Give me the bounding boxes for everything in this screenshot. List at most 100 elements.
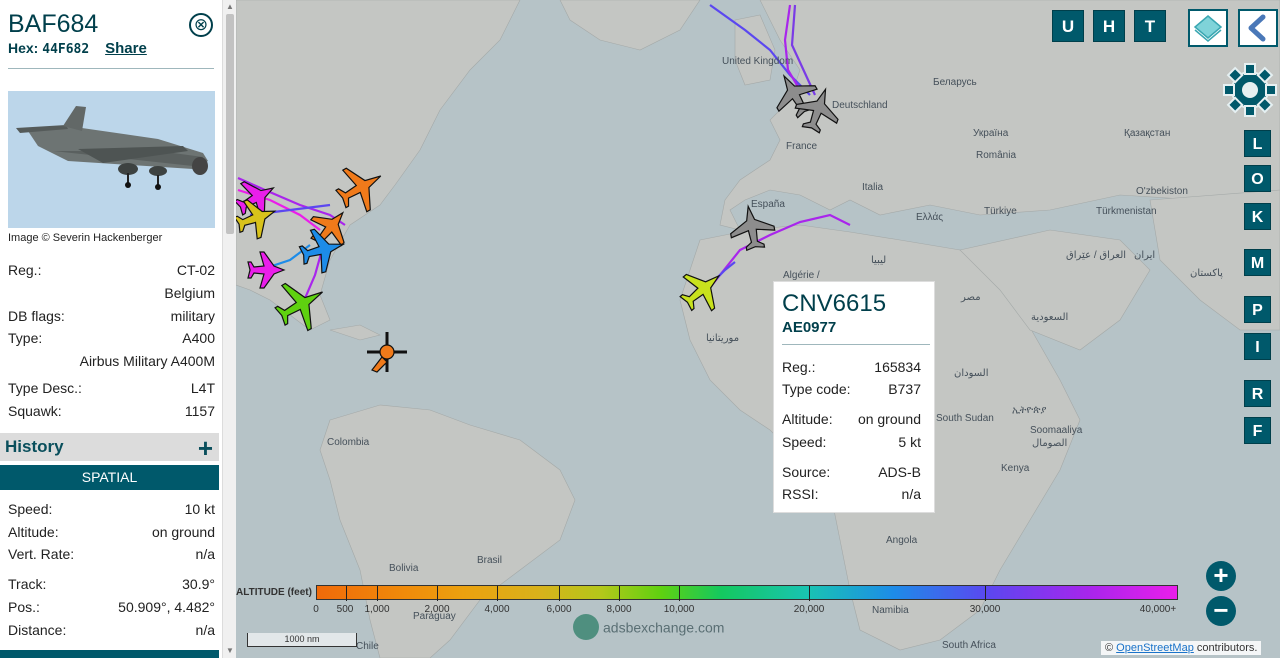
- toggle-button-k[interactable]: K: [1244, 203, 1271, 230]
- spatial-row-vert-rate: Vert. Rate: n/a: [8, 546, 215, 564]
- tooltip-row-speed: Speed: 5 kt: [782, 434, 921, 452]
- map-label: السعودية: [1031, 312, 1069, 323]
- airplane-photo-image: [8, 91, 215, 228]
- toggle-button-m[interactable]: M: [1244, 249, 1271, 276]
- detail-row-type-desc: Type Desc.: L4T: [8, 380, 215, 398]
- map-label: الصومال: [1032, 438, 1068, 449]
- map-label: Bolivia: [389, 563, 419, 574]
- spatial-key: Distance:: [8, 622, 67, 638]
- sidebar-scrollbar[interactable]: ▲ ▼: [222, 0, 236, 658]
- toggle-button-i[interactable]: I: [1244, 333, 1271, 360]
- map-label: South Africa: [942, 640, 996, 651]
- zoom-in-button[interactable]: +: [1206, 561, 1236, 591]
- scroll-down-icon[interactable]: ▼: [226, 646, 234, 655]
- map-label: Ελλάς: [916, 212, 944, 223]
- map-label: United Kingdom: [722, 56, 794, 67]
- tooltip-key: Reg.:: [782, 359, 816, 375]
- legend-tick-label: 2,000: [424, 604, 450, 615]
- scrollbar-thumb[interactable]: [226, 14, 234, 234]
- detail-row-type-name: Airbus Military A400M: [8, 353, 215, 371]
- tooltip-row-rssi: RSSI: n/a: [782, 486, 921, 504]
- map-label: Türkiye: [984, 206, 1017, 217]
- tooltip-row-altitude: Altitude: on ground: [782, 411, 921, 429]
- tooltip-hex: AE0977: [782, 319, 837, 336]
- map-label: العراق / عێراق: [1066, 250, 1127, 261]
- tooltip-value: 5 kt: [898, 434, 921, 450]
- scroll-up-icon[interactable]: ▲: [226, 2, 234, 11]
- aircraft-tooltip: CNV6615 AE0977 Reg.: 165834 Type code: B…: [773, 281, 935, 513]
- spatial-key: Speed:: [8, 501, 53, 517]
- map-label: موريتانيا: [706, 333, 740, 344]
- map-label: España: [751, 199, 785, 210]
- tooltip-key: RSSI:: [782, 486, 819, 502]
- layers-icon: [1193, 15, 1223, 42]
- legend-tick: [679, 586, 680, 601]
- expand-history-plus-icon[interactable]: +: [198, 433, 213, 464]
- map-label: ليبيا: [871, 255, 887, 266]
- history-section-header[interactable]: History +: [0, 433, 219, 464]
- map-label: ኢትዮጵያ: [1012, 405, 1047, 416]
- detail-key: Reg.:: [8, 262, 42, 278]
- tooltip-row-reg: Reg.: 165834: [782, 359, 921, 377]
- legend-tick-label: 0: [313, 604, 319, 615]
- detail-key: Squawk:: [8, 403, 62, 419]
- map-label: Soomaaliya: [1030, 425, 1083, 436]
- map-scale-bar: 1000 nm: [247, 633, 357, 647]
- toggle-button-r[interactable]: R: [1244, 380, 1271, 407]
- legend-tick-label: 10,000: [663, 604, 695, 615]
- settings-gear-icon[interactable]: [1222, 62, 1278, 118]
- spatial-key: Track:: [8, 576, 47, 592]
- map-label: Colombia: [327, 437, 370, 448]
- share-link[interactable]: Share: [105, 40, 147, 57]
- collapse-panel-button[interactable]: [1238, 9, 1278, 47]
- toggle-button-l[interactable]: L: [1244, 130, 1271, 157]
- legend-tick: [619, 586, 620, 601]
- spatial-value: 10 kt: [184, 501, 215, 517]
- map-label: Қазақстан: [1124, 128, 1171, 139]
- aircraft-photo[interactable]: [8, 91, 215, 228]
- map-label: Kenya: [1001, 463, 1030, 474]
- spatial-value: 30.9°: [182, 576, 215, 592]
- zoom-out-button[interactable]: −: [1206, 596, 1236, 626]
- detail-value: L4T: [190, 380, 215, 396]
- altitude-color-scale: [316, 585, 1178, 601]
- tooltip-value: B737: [888, 381, 921, 397]
- spatial-key: Pos.:: [8, 599, 40, 615]
- spatial-row-position: Pos.: 50.909°, 4.482°: [8, 599, 215, 617]
- map-view[interactable]: United Kingdom Deutschland France Белару…: [236, 0, 1280, 658]
- map-label: Algérie /: [783, 270, 820, 281]
- spatial-row-track: Track: 30.9°: [8, 576, 215, 594]
- photo-credit: Image © Severin Hackenberger: [8, 232, 163, 244]
- toggle-button-u[interactable]: U: [1052, 10, 1084, 42]
- legend-tick-label: 30,000: [969, 604, 1001, 615]
- map-label: South Sudan: [936, 413, 994, 424]
- tooltip-row-type: Type code: B737: [782, 381, 921, 399]
- detail-row-reg: Reg.: CT-02: [8, 262, 215, 280]
- detail-value: Airbus Military A400M: [79, 353, 215, 369]
- aircraft-callsign: BAF684: [8, 10, 99, 38]
- adsbexchange-logo-icon: [573, 614, 599, 640]
- toggle-button-h[interactable]: H: [1093, 10, 1125, 42]
- hex-value: 44F682: [42, 42, 90, 57]
- close-panel-button[interactable]: ⊗: [189, 13, 213, 37]
- attribution-prefix: ©: [1105, 642, 1114, 654]
- legend-tick: [497, 586, 498, 601]
- map-canvas[interactable]: [236, 0, 1280, 658]
- spatial-value: n/a: [195, 622, 215, 638]
- altitude-legend-title: ALTITUDE (feet): [236, 587, 312, 598]
- legend-tick: [559, 586, 560, 601]
- next-section-header[interactable]: [0, 650, 219, 658]
- spatial-section-header: SPATIAL: [0, 465, 219, 490]
- hex-line: Hex: 44F682 Share: [8, 40, 147, 57]
- detail-row-country: Belgium: [8, 285, 215, 303]
- toggle-button-o[interactable]: O: [1244, 165, 1271, 192]
- map-label: ایران: [1134, 250, 1156, 261]
- openstreetmap-link[interactable]: OpenStreetMap: [1116, 642, 1194, 654]
- tooltip-value: ADS-B: [878, 464, 921, 480]
- map-label: مصر: [961, 292, 981, 303]
- history-title: History: [5, 437, 64, 456]
- map-layers-button[interactable]: [1188, 9, 1228, 47]
- toggle-button-p[interactable]: P: [1244, 296, 1271, 323]
- toggle-button-t[interactable]: T: [1134, 10, 1166, 42]
- toggle-button-f[interactable]: F: [1244, 417, 1271, 444]
